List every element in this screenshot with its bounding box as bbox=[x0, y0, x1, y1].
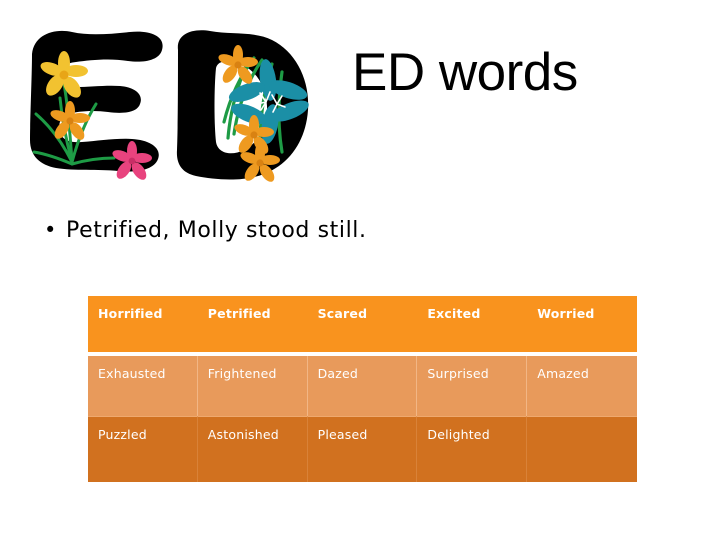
ed-words-table: Horrified Petrified Scared Excited Worri… bbox=[88, 296, 637, 482]
table-header-cell: Petrified bbox=[197, 296, 308, 356]
table-cell: Astonished bbox=[197, 416, 308, 482]
ed-floral-logo-image bbox=[10, 14, 330, 189]
ed-words-table-container: Horrified Petrified Scared Excited Worri… bbox=[88, 296, 637, 482]
slide-canvas: ED words • Petrified, Molly stood still.… bbox=[0, 0, 720, 540]
table-cell: Frightened bbox=[197, 356, 308, 416]
bullet-list-item: • Petrified, Molly stood still. bbox=[38, 218, 367, 243]
table-cell: Puzzled bbox=[88, 416, 198, 482]
bullet-marker-icon: • bbox=[44, 218, 57, 242]
bullet-item-text: Petrified, Molly stood still. bbox=[66, 218, 367, 243]
table-cell: Exhausted bbox=[88, 356, 198, 416]
table-row: Puzzled Astonished Pleased Delighted bbox=[88, 416, 637, 482]
table-cell: Surprised bbox=[417, 356, 528, 416]
table-body: Exhausted Frightened Dazed Surprised Ama… bbox=[88, 356, 637, 482]
table-cell: Delighted bbox=[417, 416, 528, 482]
table-cell: Pleased bbox=[307, 416, 418, 482]
table-header-cell: Excited bbox=[417, 296, 528, 356]
table-header-cell: Horrified bbox=[88, 296, 198, 356]
slide-title: ED words bbox=[352, 43, 578, 103]
table-row: Exhausted Frightened Dazed Surprised Ama… bbox=[88, 356, 637, 416]
table-header-cell: Worried bbox=[527, 296, 637, 356]
table-header-cell: Scared bbox=[307, 296, 418, 356]
table-header-row: Horrified Petrified Scared Excited Worri… bbox=[88, 296, 637, 356]
logo-letter-e-shape bbox=[30, 30, 163, 172]
table-cell bbox=[527, 416, 637, 482]
table-cell: Dazed bbox=[307, 356, 418, 416]
table-cell: Amazed bbox=[527, 356, 637, 416]
table-header: Horrified Petrified Scared Excited Worri… bbox=[88, 296, 637, 356]
